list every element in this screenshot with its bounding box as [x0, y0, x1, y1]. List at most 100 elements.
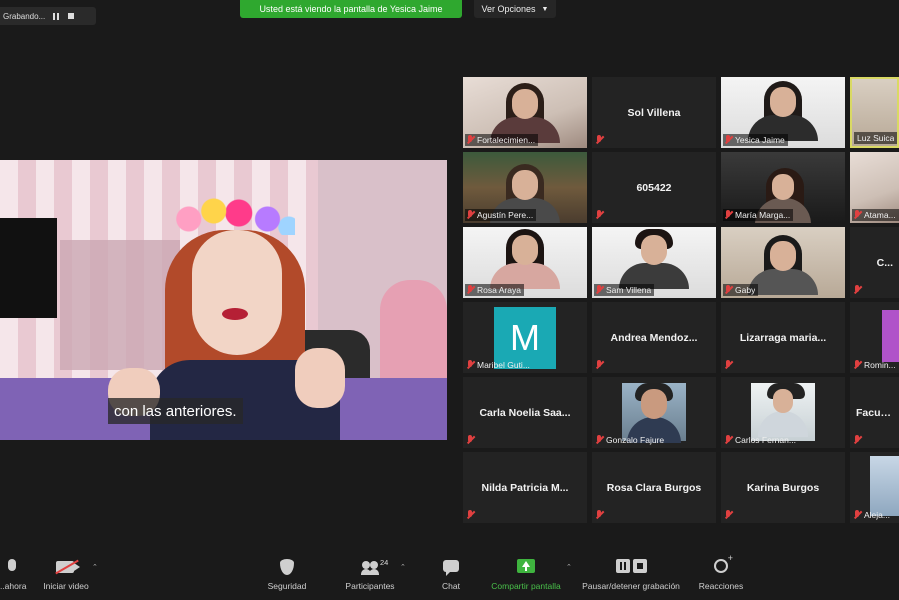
share-screen-icon	[516, 559, 536, 575]
participant-name: Nilda Patricia M...	[481, 481, 569, 494]
participant-tile[interactable]: María Marga...	[721, 152, 845, 223]
participant-tile[interactable]: Andrea Mendoz...	[592, 302, 716, 373]
chevron-down-icon: ▼	[541, 5, 549, 13]
participant-name: Maribel Guti...	[477, 360, 530, 370]
participant-name: Gonzalo Fajure	[606, 435, 665, 445]
participant-tile[interactable]: Gonzalo Fajure	[592, 377, 716, 448]
participant-tile[interactable]: Rosa Araya	[463, 227, 587, 298]
participant-footer: Gaby	[723, 284, 759, 296]
participant-name: Carla Noelia Saa...	[479, 406, 571, 419]
pause-stop-recording-button[interactable]: Pausar/detener grabación	[577, 559, 685, 591]
participant-tile[interactable]: Carlos Fernan...	[721, 377, 845, 448]
video-camera-off-icon	[55, 559, 80, 575]
participant-name: Fortalecimien...	[477, 135, 536, 145]
participant-footer: Agustín Pere...	[465, 209, 537, 221]
pause-recording-icon[interactable]	[51, 12, 60, 21]
participant-tile[interactable]: Karina Burgos	[721, 452, 845, 523]
participant-footer: Atama...	[852, 209, 899, 221]
participant-tile[interactable]: Lizarraga maria...	[721, 302, 845, 373]
start-video-button[interactable]: Iniciar video	[40, 559, 92, 591]
participant-footer	[594, 134, 607, 146]
participant-video	[870, 456, 899, 516]
mic-muted-icon	[595, 510, 604, 520]
participant-tile[interactable]: Romin...	[850, 302, 899, 373]
participant-figure	[490, 229, 560, 289]
participants-label: Participantes	[345, 581, 395, 591]
participant-tile[interactable]: Facun...	[850, 377, 899, 448]
video-shelf	[60, 240, 180, 370]
start-video-label: Iniciar video	[43, 581, 89, 591]
participant-tile[interactable]: Gaby	[721, 227, 845, 298]
share-screen-button[interactable]: Compartir pantalla	[488, 559, 564, 591]
chat-button[interactable]: Chat	[440, 559, 462, 591]
participant-tile-active-speaker[interactable]: Luz Suica	[850, 77, 899, 148]
mic-muted-icon	[853, 510, 862, 520]
stop-recording-icon[interactable]	[66, 12, 75, 21]
participant-tile[interactable]: Sam Villena	[592, 227, 716, 298]
participant-footer: Yesica Jaime	[723, 134, 788, 146]
mute-label: ...ahora	[0, 581, 27, 591]
participant-footer	[465, 509, 478, 521]
participant-name: Atama...	[864, 210, 896, 220]
participant-tile[interactable]: Yesica Jaime	[721, 77, 845, 148]
participant-name: Facun...	[856, 406, 896, 419]
participant-name: 605422	[636, 181, 672, 194]
mic-muted-icon	[466, 210, 475, 220]
mute-button[interactable]: ...ahora	[0, 559, 27, 591]
participant-tile[interactable]: Fortalecimien...	[463, 77, 587, 148]
participant-tile[interactable]: Nilda Patricia M...	[463, 452, 587, 523]
mic-muted-icon	[853, 285, 862, 295]
participant-name: Sol Villena	[627, 106, 681, 119]
security-label: Seguridad	[267, 581, 307, 591]
participant-footer	[852, 284, 865, 296]
reactions-button[interactable]: Reacciones	[697, 553, 745, 591]
mic-muted-icon	[466, 510, 475, 520]
participant-tile[interactable]: Sol Villena	[592, 77, 716, 148]
participant-footer: Carlos Fernan...	[723, 434, 799, 446]
mic-muted-icon	[724, 435, 733, 445]
participant-tile[interactable]: Atama...	[850, 152, 899, 223]
participant-footer: María Marga...	[723, 209, 794, 221]
mic-muted-icon	[724, 510, 733, 520]
participant-name: Carlos Fernan...	[735, 435, 796, 445]
meeting-toolbar: ...ahora Iniciar video ⌃ Seguridad 24 Pa…	[0, 553, 899, 600]
participant-footer: Fortalecimien...	[465, 134, 539, 146]
participant-footer: Luz Suica	[854, 132, 897, 144]
participant-name: Rosa Araya	[477, 285, 521, 295]
participant-tile[interactable]: 605422	[592, 152, 716, 223]
participant-tile[interactable]: Carla Noelia Saa...	[463, 377, 587, 448]
participant-name: C...	[876, 256, 893, 269]
video-presenter-lips	[222, 308, 248, 320]
participant-figure	[748, 235, 818, 295]
participant-name: Lizarraga maria...	[739, 331, 827, 344]
participants-options-chevron-icon[interactable]: ⌃	[400, 563, 406, 571]
video-options-chevron-icon[interactable]: ⌃	[92, 563, 98, 571]
view-options-button[interactable]: Ver Opciones ▼	[474, 0, 556, 18]
participant-tile[interactable]: Aleja...	[850, 452, 899, 523]
view-options-label: Ver Opciones	[481, 4, 536, 14]
participant-footer: Romin...	[852, 359, 899, 371]
participant-figure	[758, 383, 808, 437]
participant-footer: Gonzalo Fajure	[594, 434, 667, 446]
share-options-chevron-icon[interactable]: ⌃	[566, 563, 572, 571]
participant-name: Aleja...	[864, 510, 890, 520]
share-screen-label: Compartir pantalla	[491, 581, 561, 591]
participant-tile[interactable]: C...	[850, 227, 899, 298]
participant-tile[interactable]: Rosa Clara Burgos	[592, 452, 716, 523]
participant-footer: Aleja...	[852, 509, 893, 521]
video-caption: con las anteriores.	[108, 398, 243, 424]
participant-footer	[594, 359, 607, 371]
security-button[interactable]: Seguridad	[266, 559, 308, 591]
participants-button[interactable]: 24 Participantes	[342, 558, 398, 591]
reactions-label: Reacciones	[698, 581, 744, 591]
participant-tile[interactable]: M Maribel Guti...	[463, 302, 587, 373]
participant-tile[interactable]: Agustín Pere...	[463, 152, 587, 223]
mic-muted-icon	[466, 285, 475, 295]
participant-gallery: Fortalecimien... Sol Villena Yesica Jaim…	[463, 77, 899, 523]
participant-figure	[619, 229, 689, 289]
pause-stop-icon	[615, 559, 647, 575]
mic-muted-icon	[466, 435, 475, 445]
participant-footer	[594, 209, 607, 221]
participant-footer	[723, 359, 736, 371]
screen-share-banner: Usted está viendo la pantalla de Yesica …	[240, 0, 462, 18]
